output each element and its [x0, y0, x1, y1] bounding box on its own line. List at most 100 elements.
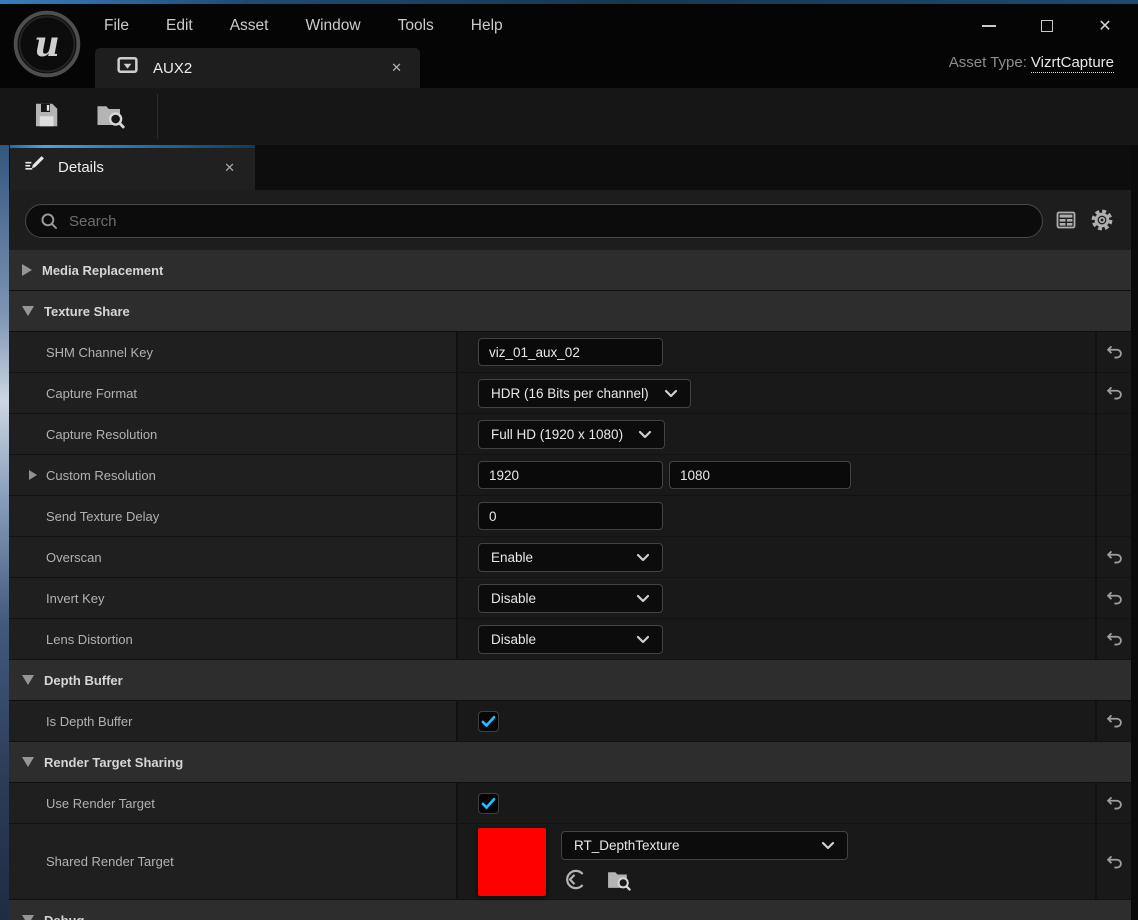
section-render-target-sharing[interactable]: Render Target Sharing — [9, 742, 1131, 783]
title-bar: File Edit Asset Window Tools Help ✕ AUX2… — [0, 4, 1138, 88]
asset-tab-close-button[interactable]: ✕ — [391, 60, 402, 76]
dropdown-value: Enable — [491, 550, 533, 565]
overscan-dropdown[interactable]: Enable — [478, 543, 663, 572]
section-media-replacement[interactable]: Media Replacement — [9, 250, 1131, 291]
details-tab[interactable]: Details ✕ — [10, 145, 255, 190]
chevron-down-icon — [638, 430, 652, 439]
use-render-target-checkbox[interactable] — [478, 793, 499, 814]
details-tab-close-button[interactable]: ✕ — [224, 160, 235, 176]
menu-tools[interactable]: Tools — [398, 17, 434, 35]
browse-to-asset-button[interactable] — [604, 867, 633, 892]
reset-to-default-button[interactable] — [1102, 791, 1126, 815]
asset-tab-aux2[interactable]: AUX2 ✕ — [95, 48, 420, 88]
property-label: Send Texture Delay — [46, 509, 159, 524]
property-label: Lens Distortion — [46, 632, 133, 647]
row-invert-key: Invert Key Disable — [9, 578, 1131, 619]
property-label: Capture Resolution — [46, 427, 157, 442]
chevron-down-icon — [821, 841, 835, 850]
dropdown-value: Disable — [491, 591, 536, 606]
section-texture-share[interactable]: Texture Share — [9, 291, 1131, 332]
section-depth-buffer[interactable]: Depth Buffer — [9, 660, 1131, 701]
menu-file[interactable]: File — [104, 17, 129, 35]
capture-format-dropdown[interactable]: HDR (16 Bits per channel) — [478, 379, 691, 408]
asset-type-label: Asset Type: — [949, 54, 1027, 71]
maximize-icon — [1041, 20, 1053, 32]
folder-search-icon — [93, 100, 127, 135]
custom-resolution-height-input[interactable] — [669, 461, 851, 489]
property-label: Capture Format — [46, 386, 137, 401]
chevron-down-icon — [22, 675, 34, 685]
search-box[interactable] — [25, 204, 1043, 238]
reset-to-default-button[interactable] — [1102, 586, 1126, 610]
details-tab-label: Details — [58, 159, 104, 176]
shared-render-target-dropdown[interactable]: RT_DepthTexture — [561, 831, 848, 860]
invert-key-dropdown[interactable]: Disable — [478, 584, 663, 613]
search-icon — [39, 211, 60, 232]
lens-distortion-dropdown[interactable]: Disable — [478, 625, 663, 654]
reset-to-default-button[interactable] — [1102, 627, 1126, 651]
reset-arrow-icon — [1104, 711, 1124, 731]
browse-to-asset-button[interactable] — [88, 99, 132, 135]
render-target-thumbnail[interactable] — [478, 828, 546, 896]
custom-resolution-width-input[interactable] — [478, 461, 663, 489]
minimize-icon — [982, 25, 996, 27]
property-label: Use Render Target — [46, 796, 155, 811]
reset-arrow-icon — [1104, 793, 1124, 813]
save-icon — [31, 100, 61, 135]
details-tab-bar: Details ✕ — [9, 145, 1131, 190]
shm-channel-key-input[interactable] — [478, 338, 663, 366]
row-custom-resolution: Custom Resolution — [9, 455, 1131, 496]
send-texture-delay-input[interactable] — [478, 502, 663, 530]
reset-arrow-icon — [1104, 629, 1124, 649]
chevron-down-icon — [636, 635, 650, 644]
close-window-button[interactable]: ✕ — [1092, 13, 1118, 39]
reset-arrow-icon — [1104, 547, 1124, 567]
is-depth-buffer-checkbox[interactable] — [478, 711, 499, 732]
property-label: Overscan — [46, 550, 102, 565]
menu-window[interactable]: Window — [305, 17, 360, 35]
section-label: Texture Share — [44, 304, 130, 319]
property-label: Invert Key — [46, 591, 105, 606]
unreal-editor-window: File Edit Asset Window Tools Help ✕ AUX2… — [0, 0, 1138, 920]
maximize-button[interactable] — [1034, 13, 1060, 39]
reset-to-default-button[interactable] — [1102, 850, 1126, 874]
section-debug[interactable]: Debug — [9, 900, 1131, 920]
row-is-depth-buffer: Is Depth Buffer — [9, 701, 1131, 742]
reset-arrow-icon — [1104, 852, 1124, 872]
menu-asset[interactable]: Asset — [230, 17, 269, 35]
reset-to-default-button[interactable] — [1102, 545, 1126, 569]
capture-resolution-dropdown[interactable]: Full HD (1920 x 1080) — [478, 420, 665, 449]
row-capture-resolution: Capture Resolution Full HD (1920 x 1080) — [9, 414, 1131, 455]
chevron-down-icon — [22, 306, 34, 316]
reset-to-default-button[interactable] — [1102, 709, 1126, 733]
save-button[interactable] — [24, 99, 68, 135]
table-grid-icon — [1054, 208, 1078, 232]
minimize-button[interactable] — [976, 13, 1002, 39]
display-filter-button[interactable] — [1053, 207, 1079, 233]
asset-toolbar — [0, 88, 1138, 145]
section-label: Debug — [44, 913, 84, 920]
menu-help[interactable]: Help — [471, 17, 503, 35]
dropdown-value: Full HD (1920 x 1080) — [491, 427, 623, 442]
menu-edit[interactable]: Edit — [166, 17, 193, 35]
section-label: Render Target Sharing — [44, 755, 183, 770]
property-label: Shared Render Target — [46, 854, 174, 869]
gear-icon — [1089, 207, 1115, 233]
menu-bar: File Edit Asset Window Tools Help — [104, 4, 503, 48]
window-controls: ✕ — [976, 4, 1118, 48]
unreal-engine-logo[interactable]: u — [13, 10, 81, 78]
property-label: Is Depth Buffer — [46, 714, 132, 729]
expander-chevron-right-icon[interactable] — [29, 470, 37, 480]
details-pencil-icon — [23, 154, 46, 182]
row-send-texture-delay: Send Texture Delay — [9, 496, 1131, 537]
chevron-down-icon — [22, 915, 34, 920]
use-selected-asset-button[interactable] — [563, 867, 588, 892]
dropdown-value: Disable — [491, 632, 536, 647]
folder-search-icon — [604, 867, 633, 892]
settings-button[interactable] — [1089, 207, 1115, 233]
asset-type-value-link[interactable]: VizrtCapture — [1031, 54, 1114, 73]
chevron-down-icon — [636, 553, 650, 562]
reset-to-default-button[interactable] — [1102, 381, 1126, 405]
search-input[interactable] — [69, 213, 1026, 230]
reset-to-default-button[interactable] — [1102, 340, 1126, 364]
